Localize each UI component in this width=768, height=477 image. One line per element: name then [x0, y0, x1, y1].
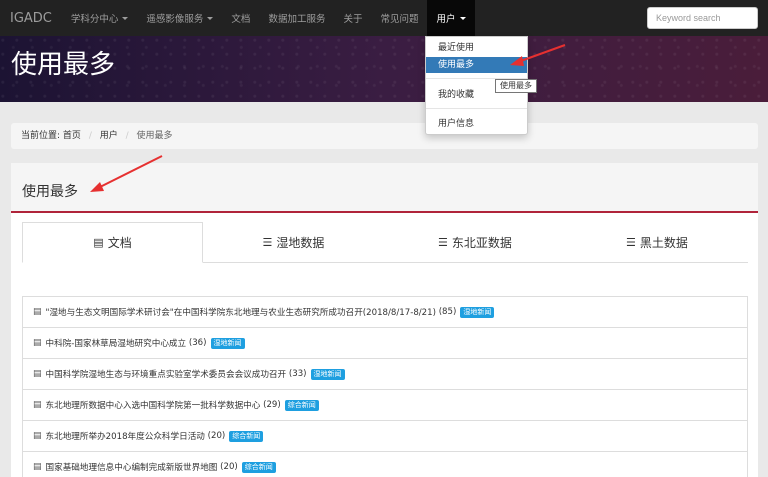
panel-title: 使用最多 [22, 184, 78, 200]
list-item[interactable]: ▤ 东北地理所数据中心入选中国科学院第一批科学数据中心 (29) 综合新闻 [22, 390, 748, 421]
view-count: (20) [207, 431, 226, 441]
document-icon: ▤ [33, 400, 42, 410]
list-item-title[interactable]: "湿地与生态文明国际学术研讨会"在中国科学院东北地理与农业生态研究所成功召开(2… [46, 306, 436, 318]
document-icon: ▤ [33, 338, 42, 348]
panel-header: 使用最多 [11, 163, 758, 213]
banner-title: 使用最多 [11, 50, 116, 80]
document-icon: ▤ [33, 431, 42, 441]
document-list: ▤ "湿地与生态文明国际学术研讨会"在中国科学院东北地理与农业生态研究所成功召开(… [22, 296, 748, 477]
document-icon: ▤ [33, 307, 42, 317]
tab-label: 文档 [107, 236, 132, 250]
breadcrumb: 当前位置: 首页 / 用户 / 使用最多 [11, 123, 758, 149]
nav-label: 用户 [436, 14, 456, 25]
tab-label: 黑土数据 [639, 236, 688, 250]
nav-item-faq[interactable]: 常见问题 [371, 0, 427, 36]
breadcrumb-current: 使用最多 [136, 131, 173, 141]
breadcrumb-user-link[interactable]: 用户 [100, 131, 118, 141]
nav-item-about[interactable]: 关于 [334, 0, 371, 36]
tab-black-soil-data[interactable]: ☰ 黑土数据 [566, 222, 748, 263]
category-badge: 湿地新闻 [210, 337, 245, 349]
list-item[interactable]: ▤ 国家基础地理信息中心编制完成新版世界地图 (20) 综合新闻 [22, 452, 748, 477]
database-icon: ☰ [626, 236, 636, 249]
document-icon: ▤ [93, 236, 104, 249]
document-icon: ▤ [33, 462, 42, 472]
view-count: (33) [288, 369, 307, 379]
list-item-title[interactable]: 中科院-国家林草局湿地研究中心成立 [46, 337, 187, 349]
tab-northeast-asia-data[interactable]: ☰ 东北亚数据 [384, 222, 566, 263]
nav-item-data-processing[interactable]: 数据加工服务 [259, 0, 334, 36]
category-badge: 综合新闻 [229, 430, 264, 442]
database-icon: ☰ [262, 236, 273, 249]
nav-label: 学科分中心 [70, 14, 119, 25]
tab-label: 东北亚数据 [451, 236, 512, 250]
tab-label: 湿地数据 [276, 236, 325, 250]
list-item[interactable]: ▤ 东北地理所举办2018年度公众科学日活动 (20) 综合新闻 [22, 421, 748, 452]
list-item-title[interactable]: 东北地理所数据中心入选中国科学院第一批科学数据中心 [46, 399, 261, 411]
main-panel: 使用最多 ▤ 文档 ☰ 湿地数据 ☰ 东北亚数据 ☰ 黑土数据 ▤ "湿地与生态文明国际学… [11, 163, 758, 477]
category-badge: 综合新闻 [284, 399, 319, 411]
view-count: (85) [438, 307, 457, 317]
tooltip: 使用最多 [495, 79, 537, 93]
nav-label: 文档 [231, 14, 251, 25]
tab-bar: ▤ 文档 ☰ 湿地数据 ☰ 东北亚数据 ☰ 黑土数据 [22, 222, 748, 263]
nav-item-user[interactable]: 用户 [427, 0, 475, 36]
view-count: (36) [188, 338, 207, 348]
view-count: (20) [220, 462, 238, 472]
category-badge: 湿地新闻 [310, 368, 345, 380]
category-badge: 湿地新闻 [460, 306, 495, 318]
tab-documents[interactable]: ▤ 文档 [22, 222, 203, 263]
caret-down-icon [122, 16, 129, 20]
caret-down-icon [207, 16, 214, 20]
database-icon: ☰ [438, 236, 448, 249]
tab-wetland-data[interactable]: ☰ 湿地数据 [203, 222, 384, 263]
top-navbar: IGADC 学科分中心 遥感影像服务 文档 数据加工服务 关于 常见问题 用户 [0, 0, 768, 36]
list-item[interactable]: ▤ "湿地与生态文明国际学术研讨会"在中国科学院东北地理与农业生态研究所成功召开(… [22, 297, 748, 328]
dropdown-item-most-used[interactable]: 使用最多 [426, 57, 527, 73]
category-badge: 综合新闻 [241, 461, 276, 473]
nav-label: 常见问题 [380, 14, 419, 25]
dropdown-item-user-info[interactable]: 用户信息 [426, 116, 527, 132]
caret-down-icon [459, 16, 466, 20]
breadcrumb-prefix: 当前位置: [21, 131, 61, 141]
nav-label: 遥感影像服务 [146, 14, 204, 25]
dropdown-item-recent[interactable]: 最近使用 [426, 40, 527, 56]
page-banner: 使用最多 [0, 36, 768, 102]
list-item-title[interactable]: 国家基础地理信息中心编制完成新版世界地图 [46, 461, 218, 473]
document-icon: ▤ [33, 369, 42, 379]
brand-logo[interactable]: IGADC [0, 11, 62, 26]
nav-label: 数据加工服务 [268, 14, 326, 25]
breadcrumb-separator: / [88, 131, 92, 141]
nav-label: 关于 [343, 14, 363, 25]
list-item[interactable]: ▤ 中科院-国家林草局湿地研究中心成立 (36) 湿地新闻 [22, 328, 748, 359]
nav-item-remote-sensing[interactable]: 遥感影像服务 [137, 0, 222, 36]
list-item[interactable]: ▤ 中国科学院湿地生态与环境重点实验室学术委员会会议成功召开 (33) 湿地新闻 [22, 359, 748, 390]
dropdown-divider [426, 108, 527, 109]
search-input[interactable] [647, 7, 758, 29]
view-count: (29) [263, 400, 281, 410]
nav-item-documents[interactable]: 文档 [222, 0, 259, 36]
nav-item-discipline-center[interactable]: 学科分中心 [62, 0, 138, 36]
list-item-title[interactable]: 中国科学院湿地生态与环境重点实验室学术委员会会议成功召开 [46, 368, 287, 380]
list-item-title[interactable]: 东北地理所举办2018年度公众科学日活动 [46, 430, 205, 442]
breadcrumb-separator: / [125, 131, 129, 141]
breadcrumb-home-link[interactable]: 首页 [63, 131, 81, 141]
